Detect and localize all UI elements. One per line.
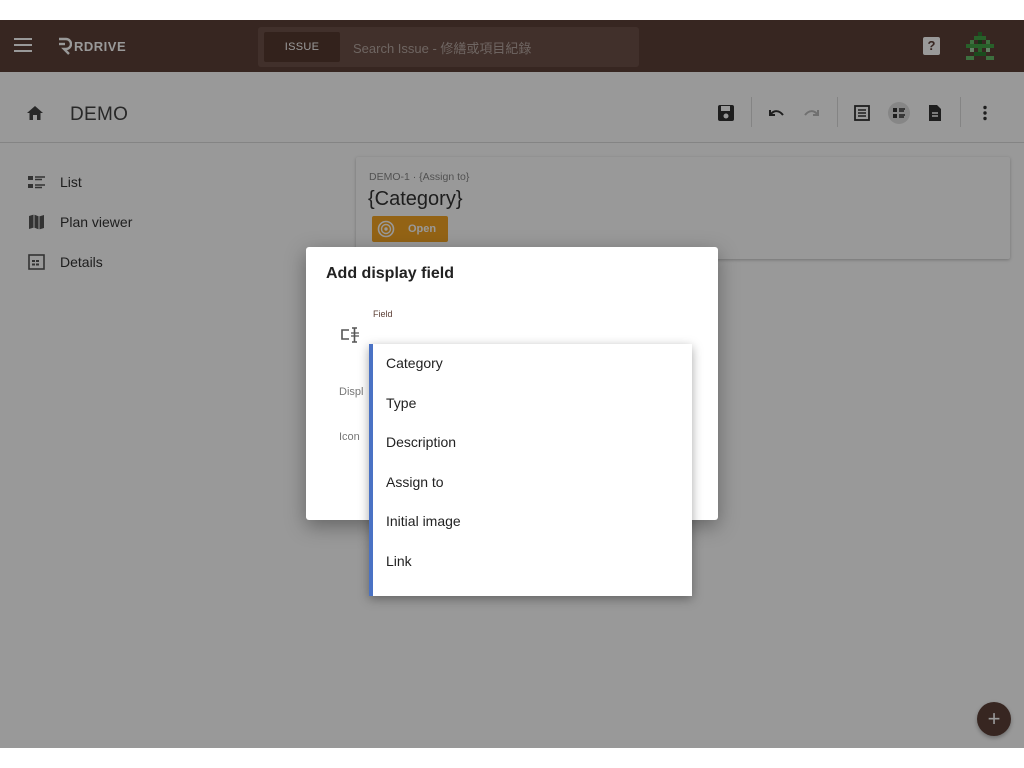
dropdown-option[interactable]: Assign to <box>373 463 692 503</box>
field-label: Field <box>373 309 393 319</box>
option-label: Initial image <box>386 513 461 529</box>
display-label: Displ <box>339 386 364 398</box>
field-dropdown: Category Type Description Assign to Init… <box>369 344 692 596</box>
app-root: RDRIVE ISSUE Search Issue - 修繕或項目紀錄 ? DE… <box>0 20 1024 748</box>
option-label: Description <box>386 434 457 450</box>
dropdown-option[interactable]: Type <box>373 384 692 424</box>
dropdown-option[interactable]: Category <box>373 344 692 384</box>
option-label: Assign to <box>386 473 444 490</box>
text-field-icon <box>341 327 359 343</box>
option-label: Category <box>386 355 443 371</box>
option-label: Link <box>386 552 412 569</box>
option-label: Type <box>386 394 417 411</box>
dropdown-option[interactable]: Initial image <box>373 502 692 542</box>
dialog-title: Add display field <box>326 265 455 282</box>
dropdown-option[interactable]: Description <box>373 423 692 463</box>
dropdown-option[interactable]: Link <box>373 542 692 582</box>
icon-label: Icon <box>339 431 360 443</box>
